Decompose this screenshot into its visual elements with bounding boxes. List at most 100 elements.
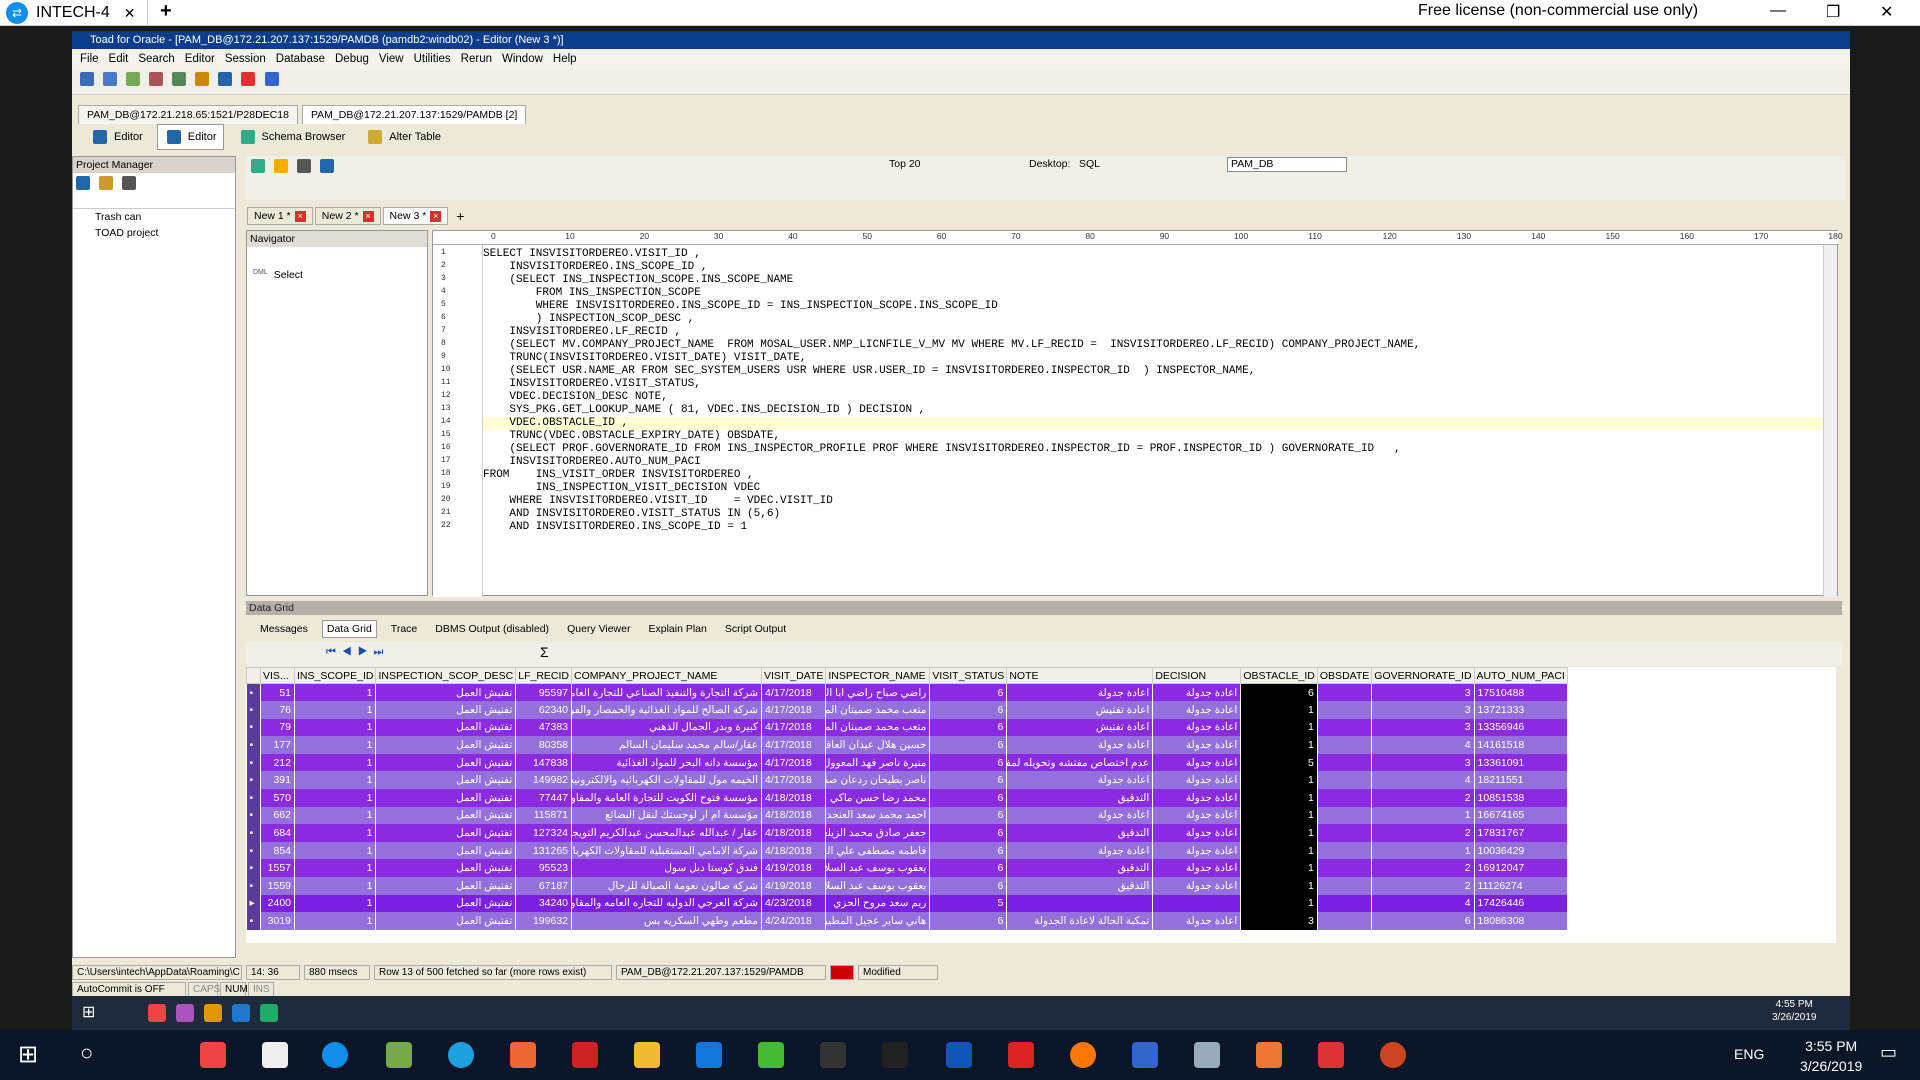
- table-cell[interactable]: 149982: [515, 771, 573, 790]
- table-cell[interactable]: اعادة جدولة: [1006, 841, 1154, 860]
- table-cell[interactable]: 1: [1240, 736, 1318, 754]
- close-icon[interactable]: ×: [362, 210, 374, 222]
- sql-editor[interactable]: 0 10 20 30 40 50 60 70 80 90 100 110 120 130 140 150 160…: [432, 230, 1843, 597]
- table-row[interactable]: • 51 1 تفتيش العمل 95597 شركة التجارة والتنفي…: [246, 683, 1568, 702]
- table-cell[interactable]: [1317, 841, 1373, 860]
- table-cell[interactable]: محمد رضا حسن ماكي: [825, 789, 931, 807]
- table-cell[interactable]: 212: [260, 753, 295, 772]
- table-cell[interactable]: 17426446: [1474, 894, 1568, 913]
- table-cell[interactable]: 4/18/2018: [761, 806, 827, 825]
- table-cell[interactable]: تفتيش العمل: [375, 683, 517, 702]
- table-row[interactable]: • 684 1 تفتيش العمل 127324 عقار / عبدالله عبد…: [246, 824, 1568, 842]
- table-row[interactable]: ▸ 2400 1 تفتيش العمل 34240 شركة العرجي الدولي…: [246, 894, 1568, 913]
- close-icon[interactable]: ×: [430, 210, 442, 222]
- table-cell[interactable]: 17510488: [1474, 683, 1568, 702]
- table-cell[interactable]: 95523: [515, 859, 573, 878]
- table-cell[interactable]: 1: [294, 701, 377, 719]
- table-cell[interactable]: راضي صباح راضي ابا الخيل: [825, 683, 931, 702]
- table-cell[interactable]: 1: [1240, 806, 1318, 825]
- table-cell[interactable]: تفتيش العمل: [375, 894, 517, 913]
- table-cell[interactable]: 6: [1371, 912, 1475, 930]
- save-icon[interactable]: [297, 159, 312, 173]
- table-cell[interactable]: 4/19/2018: [761, 859, 827, 878]
- code-line[interactable]: INSVISITORDEREO.LF_RECID ,: [483, 326, 1823, 339]
- favorites-icon[interactable]: [274, 159, 289, 173]
- table-cell[interactable]: 1: [294, 841, 377, 860]
- table-cell[interactable]: التدقيق: [1006, 789, 1154, 807]
- table-cell[interactable]: 16912047: [1474, 859, 1568, 878]
- table-cell[interactable]: 1: [1240, 771, 1318, 790]
- chrome-icon[interactable]: [200, 1042, 226, 1068]
- table-cell[interactable]: كبيرة وبدر الجمال الذهبي: [571, 718, 763, 737]
- remote-start-icon[interactable]: ⊞: [82, 1002, 95, 1022]
- code-line[interactable]: (SELECT USR.NAME_AR FROM SEC_SYSTEM_USER…: [483, 365, 1823, 378]
- table-cell[interactable]: تفتيش العمل: [375, 789, 517, 807]
- table-cell[interactable]: 4/24/2018: [761, 912, 827, 930]
- table-cell[interactable]: 1: [294, 718, 377, 737]
- table-cell[interactable]: اعادة جدولة: [1006, 806, 1154, 825]
- table-cell[interactable]: 1559: [260, 877, 295, 895]
- table-cell[interactable]: 13356946: [1474, 718, 1568, 737]
- table-cell[interactable]: 2: [1371, 824, 1475, 842]
- table-cell[interactable]: جعفر صادق محمد الزيلعه: [825, 824, 931, 842]
- row-indicator[interactable]: •: [246, 753, 261, 772]
- column-header[interactable]: DECISION: [1152, 667, 1242, 684]
- table-cell[interactable]: 6: [929, 877, 1008, 895]
- table-cell[interactable]: شركة صالون نعومة الصبالة للرجال: [571, 877, 763, 895]
- editor-scrollbar[interactable]: [1823, 245, 1837, 597]
- table-cell[interactable]: 3: [1240, 912, 1318, 930]
- folder-icon[interactable]: [99, 176, 114, 190]
- table-cell[interactable]: 6: [929, 736, 1008, 754]
- tab-query-viewer[interactable]: Query Viewer: [563, 621, 634, 637]
- table-cell[interactable]: منيرة ناصر فهد المعوول: [825, 753, 931, 772]
- table-cell[interactable]: اعادة جدولة: [1152, 806, 1242, 825]
- table-cell[interactable]: 4/23/2018: [761, 894, 827, 913]
- row-indicator[interactable]: •: [246, 877, 261, 895]
- table-cell[interactable]: 16674165: [1474, 806, 1568, 825]
- table-cell[interactable]: 3: [1371, 753, 1475, 772]
- table-cell[interactable]: اعادة جدولة: [1152, 701, 1242, 719]
- table-cell[interactable]: 2: [1371, 859, 1475, 878]
- table-row[interactable]: • 1559 1 تفتيش العمل 67187 شركة صالون نعومة ا…: [246, 877, 1568, 895]
- row-indicator[interactable]: •: [246, 771, 261, 790]
- code-line[interactable]: FROM INS_VISIT_ORDER INSVISITORDEREO ,: [483, 469, 1823, 482]
- table-cell[interactable]: 1: [294, 736, 377, 754]
- table-cell[interactable]: تفتيش العمل: [375, 912, 517, 930]
- menu-utilities[interactable]: Utilities: [414, 53, 451, 65]
- table-row[interactable]: • 662 1 تفتيش العمل 115871 مؤسسة ام ار لوجستك…: [246, 806, 1568, 825]
- add-icon[interactable]: [76, 176, 90, 190]
- column-header[interactable]: INSPECTION_SCOP_DESC: [375, 667, 517, 684]
- table-cell[interactable]: اعادة جدولة: [1152, 789, 1242, 807]
- table-row[interactable]: • 212 1 تفتيش العمل 147838 مؤسسة دانه البحر ل…: [246, 753, 1568, 772]
- mail-icon[interactable]: [262, 1042, 288, 1068]
- code-line[interactable]: WHERE INSVISITORDEREO.INS_SCOPE_ID = INS…: [483, 300, 1823, 313]
- row-indicator[interactable]: •: [246, 789, 261, 807]
- row-indicator[interactable]: •: [246, 718, 261, 737]
- desktop-select[interactable]: SQL: [1079, 158, 1100, 170]
- table-cell[interactable]: 1: [1240, 718, 1318, 737]
- table-cell[interactable]: [1317, 683, 1373, 702]
- table-cell[interactable]: 147838: [515, 753, 573, 772]
- teamviewer-icon[interactable]: [322, 1042, 348, 1068]
- table-cell[interactable]: 3: [1371, 718, 1475, 737]
- table-cell[interactable]: 199632: [515, 912, 573, 930]
- table-cell[interactable]: 4/17/2018: [761, 736, 827, 754]
- tab-editor-1[interactable]: Editor: [84, 125, 149, 149]
- code-line[interactable]: FROM INS_INSPECTION_SCOPE: [483, 287, 1823, 300]
- table-cell[interactable]: 854: [260, 841, 295, 860]
- execute-icon[interactable]: [251, 159, 265, 173]
- app-green-icon[interactable]: [758, 1042, 784, 1068]
- menu-rerun[interactable]: Rerun: [461, 53, 492, 65]
- table-cell[interactable]: [1317, 771, 1373, 790]
- table-cell[interactable]: هاني ساير عجيل المطيري: [825, 912, 931, 930]
- table-cell[interactable]: 1: [294, 683, 377, 702]
- table-cell[interactable]: [1317, 701, 1373, 719]
- code-line[interactable]: VDEC.DECISION_DESC NOTE,: [483, 391, 1823, 404]
- table-cell[interactable]: ناصر بطيحان ردعان صقر: [825, 771, 931, 790]
- column-header[interactable]: INSPECTOR_NAME: [825, 667, 931, 684]
- code-line[interactable]: (SELECT PROF.GOVERNORATE_ID FROM INS_INS…: [483, 443, 1823, 456]
- column-header[interactable]: NOTE: [1006, 667, 1154, 684]
- menu-help[interactable]: Help: [553, 53, 577, 65]
- table-cell[interactable]: مطعم وطهي السكريه بس: [571, 912, 763, 930]
- menu-file[interactable]: File: [80, 53, 99, 65]
